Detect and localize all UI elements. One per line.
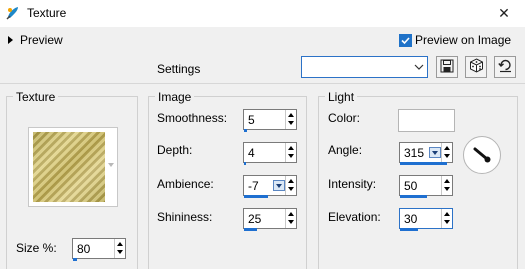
angle-spinner[interactable]: 315 xyxy=(399,142,453,165)
color-label: Color: xyxy=(328,111,361,125)
window-title: Texture xyxy=(27,6,67,20)
depth-level-bar xyxy=(244,162,246,165)
elevation-level-bar xyxy=(400,228,418,231)
image-group-title: Image xyxy=(155,90,195,104)
texture-group-title: Texture xyxy=(13,90,59,104)
spinner-arrows[interactable] xyxy=(285,143,296,162)
smoothness-spinner[interactable]: 5 xyxy=(243,109,297,132)
chevron-down-icon xyxy=(411,57,427,77)
ambience-level-bar xyxy=(244,195,268,198)
title-bar: Texture ✕ xyxy=(0,0,525,27)
shininess-spinner[interactable]: 25 xyxy=(243,208,297,231)
shininess-label: Shininess: xyxy=(157,210,213,224)
save-preset-button[interactable] xyxy=(436,56,458,78)
preview-toggle[interactable]: Preview xyxy=(8,33,63,47)
save-preset-icon xyxy=(440,59,454,76)
preview-row: Preview Preview on Image xyxy=(0,27,525,52)
divider xyxy=(0,83,525,84)
angle-label: Angle: xyxy=(328,143,363,157)
checkmark-icon xyxy=(399,33,412,47)
spinner-arrows[interactable] xyxy=(285,176,296,195)
spinner-arrows[interactable] xyxy=(441,176,452,195)
chevron-down-icon xyxy=(108,163,114,167)
light-color-swatch[interactable] xyxy=(398,109,455,132)
close-icon: ✕ xyxy=(498,5,510,21)
size-spinner[interactable]: 80 xyxy=(72,238,126,261)
preset-dropdown-icon[interactable] xyxy=(273,180,285,191)
ambience-spinner[interactable]: -7 xyxy=(243,175,297,198)
randomize-button[interactable] xyxy=(465,56,487,78)
preview-on-image-checkbox[interactable]: Preview on Image xyxy=(399,33,511,47)
light-direction-icon xyxy=(473,147,491,163)
intensity-level-bar xyxy=(400,195,427,198)
settings-dropdown[interactable] xyxy=(301,56,428,78)
expand-triangle-icon xyxy=(8,36,13,44)
smoothness-label: Smoothness: xyxy=(157,111,228,125)
texture-picker[interactable] xyxy=(28,127,118,207)
spinner-arrows[interactable] xyxy=(441,143,452,162)
elevation-spinner[interactable]: 30 xyxy=(399,208,453,231)
size-label: Size %: xyxy=(16,241,57,255)
preview-label: Preview xyxy=(20,33,63,47)
spinner-arrows[interactable] xyxy=(441,209,452,228)
spinner-arrows[interactable] xyxy=(285,110,296,129)
spinner-arrows[interactable] xyxy=(285,209,296,228)
angle-level-bar xyxy=(400,162,447,165)
angle-dial[interactable] xyxy=(463,136,501,174)
elevation-label: Elevation: xyxy=(328,210,381,224)
shininess-level-bar xyxy=(244,228,257,231)
smoothness-level-bar xyxy=(244,129,247,132)
size-level-bar xyxy=(73,258,77,261)
paint-brush-icon xyxy=(5,5,21,21)
intensity-value: 50 xyxy=(404,179,418,193)
ambience-label: Ambience: xyxy=(157,177,214,191)
reset-icon xyxy=(497,58,513,76)
intensity-spinner[interactable]: 50 xyxy=(399,175,453,198)
size-value: 80 xyxy=(77,242,91,256)
shininess-value: 25 xyxy=(248,212,262,226)
depth-value: 4 xyxy=(248,146,255,160)
settings-label: Settings xyxy=(157,62,201,76)
intensity-label: Intensity: xyxy=(328,177,377,191)
depth-label: Depth: xyxy=(157,143,193,157)
preview-on-image-label: Preview on Image xyxy=(415,33,512,47)
close-button[interactable]: ✕ xyxy=(483,0,525,27)
texture-swatch xyxy=(33,132,105,202)
depth-spinner[interactable]: 4 xyxy=(243,142,297,165)
elevation-value: 30 xyxy=(404,212,418,226)
ambience-value: -7 xyxy=(248,179,259,193)
dice-icon xyxy=(469,58,484,76)
light-group-title: Light xyxy=(325,90,358,104)
angle-value: 315 xyxy=(404,146,425,160)
reset-button[interactable] xyxy=(494,56,516,78)
spinner-arrows[interactable] xyxy=(114,239,125,258)
preset-dropdown-icon[interactable] xyxy=(429,147,441,158)
smoothness-value: 5 xyxy=(248,113,255,127)
